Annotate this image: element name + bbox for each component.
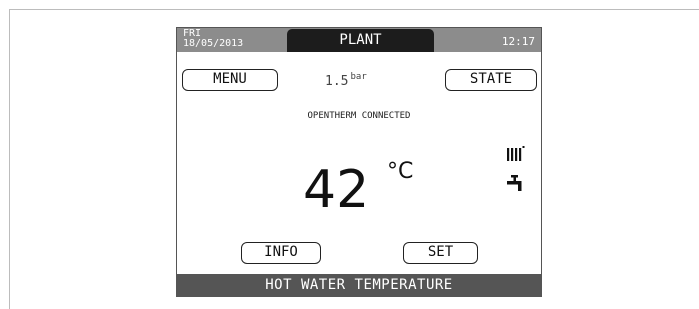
info-button[interactable]: INFO — [241, 242, 321, 264]
pressure-unit: bar — [350, 72, 367, 82]
pressure-readout: 1.5 bar — [325, 72, 367, 89]
temperature-unit: °C — [387, 159, 414, 184]
radiator-icon — [507, 146, 525, 166]
state-button[interactable]: STATE — [445, 69, 537, 91]
day-date: FRI 18/05/2013 — [183, 29, 243, 49]
device-display: FRI 18/05/2013 PLANT 12:17 MENU 1.5 bar S… — [176, 27, 542, 297]
menu-button[interactable]: MENU — [182, 69, 278, 91]
top-bar: FRI 18/05/2013 PLANT 12:17 — [177, 28, 541, 52]
panel-border-left — [9, 9, 10, 309]
temperature-value: 42 — [303, 160, 370, 220]
panel-border-top — [9, 9, 699, 10]
clock: 12:17 — [501, 35, 535, 48]
plant-title-tab[interactable]: PLANT — [287, 29, 434, 52]
connection-status: OPENTHERM CONNECTED — [307, 111, 411, 121]
radiator-icon-graphic — [507, 146, 525, 161]
tap-icon-graphic — [507, 175, 522, 191]
set-button[interactable]: SET — [403, 242, 478, 264]
pressure-value: 1.5 — [325, 74, 349, 89]
date-label: 18/05/2013 — [183, 38, 244, 49]
footer-label: HOT WATER TEMPERATURE — [177, 274, 541, 296]
tap-icon — [507, 175, 525, 199]
